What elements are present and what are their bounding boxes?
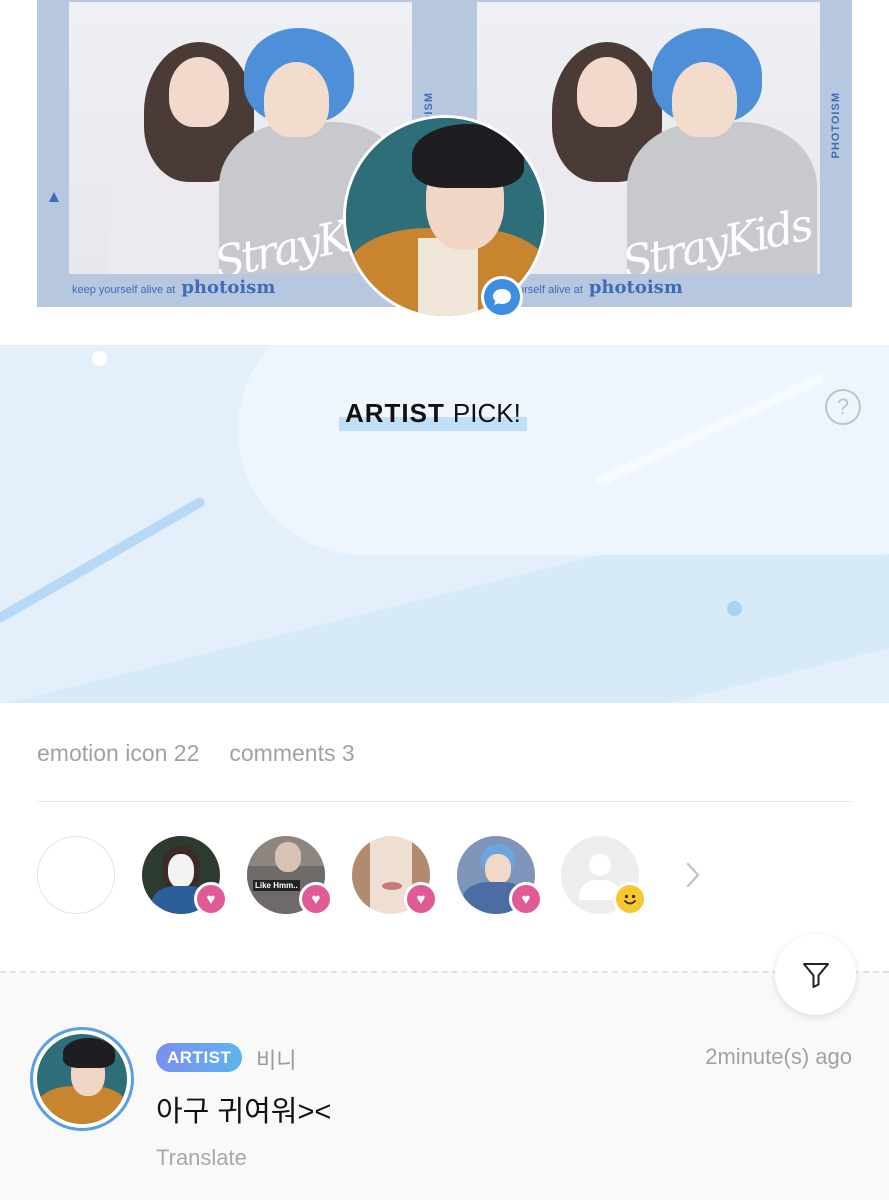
photo-footer: keep yourself alive at photoism xyxy=(72,277,275,298)
filter-button[interactable] xyxy=(775,934,856,1015)
banner-decor-dot xyxy=(92,351,107,366)
reactor-avatar[interactable] xyxy=(37,836,115,914)
artist-pick-banner: ARTIST PICK! ? xyxy=(0,345,889,703)
comment-count[interactable]: comments 3 xyxy=(229,740,354,767)
post-stats: emotion icon 22 comments 3 xyxy=(37,740,355,767)
filter-icon xyxy=(802,962,829,988)
reactor-avatar[interactable]: Like Hmm.. ♥ xyxy=(247,836,333,916)
overlay-text: Like Hmm.. xyxy=(253,880,300,891)
help-icon[interactable]: ? xyxy=(825,389,861,425)
banner-decor xyxy=(238,345,889,555)
translate-link[interactable]: Translate xyxy=(156,1145,247,1171)
reactor-list: ♥ Like Hmm.. ♥ ♥ ♥ xyxy=(37,836,737,916)
reactor-avatar[interactable]: ♥ xyxy=(142,836,228,916)
banner-decor-dot xyxy=(727,601,742,616)
reactor-avatar[interactable]: ♥ xyxy=(352,836,438,916)
footer-brand: photoism xyxy=(588,277,683,298)
heart-icon: ♥ xyxy=(404,882,438,916)
smile-icon xyxy=(613,882,647,916)
commenter-name[interactable]: 비니 xyxy=(256,1043,296,1075)
triangle-mark-icon xyxy=(49,192,59,202)
side-label: PHOTOISM xyxy=(830,92,842,159)
heart-icon: ♥ xyxy=(194,882,228,916)
banner-decor xyxy=(0,495,207,625)
reactor-avatar[interactable]: ♥ xyxy=(457,836,543,916)
comment-timestamp: 2minute(s) ago xyxy=(705,1044,852,1069)
reactor-avatar[interactable] xyxy=(561,836,647,916)
artist-pick-title-bold: ARTIST xyxy=(345,397,445,428)
comment-text: 아구 귀여워>< xyxy=(156,1096,332,1128)
heart-icon: ♥ xyxy=(299,882,333,916)
divider xyxy=(37,801,852,802)
chat-bubble-icon xyxy=(481,276,523,318)
artist-pick-title: ARTIST PICK! xyxy=(339,393,527,433)
footer-brand: photoism xyxy=(181,277,276,298)
footer-tagline: keep yourself alive at xyxy=(72,284,176,296)
emotion-count[interactable]: emotion icon 22 xyxy=(37,740,199,767)
artist-pick-title-rest: PICK! xyxy=(452,397,521,428)
chevron-right-icon[interactable] xyxy=(679,859,707,891)
heart-icon: ♥ xyxy=(509,882,543,916)
artist-badge: ARTIST xyxy=(156,1043,243,1072)
commenter-avatar[interactable] xyxy=(30,1027,134,1131)
